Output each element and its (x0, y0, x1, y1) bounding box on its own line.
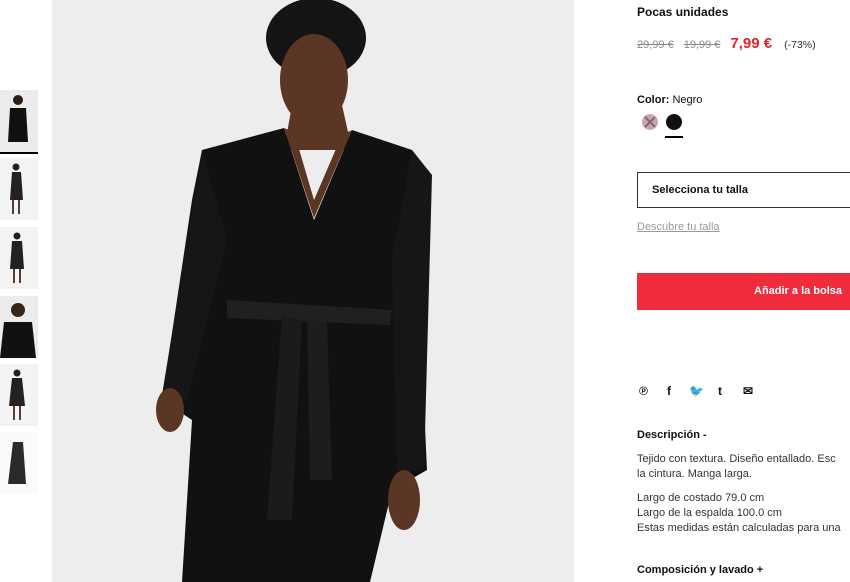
model-illustration (52, 0, 574, 582)
tumblr-icon[interactable]: t (718, 383, 722, 399)
description-body: Tejido con textura. Diseño entallado. Es… (637, 452, 841, 536)
facebook-icon[interactable]: f (667, 383, 671, 399)
thumbnail-6[interactable] (0, 432, 38, 494)
color-swatch-black[interactable] (666, 114, 682, 130)
composition-heading[interactable]: Composición y lavado + (637, 564, 763, 576)
discount-badge: (-73%) (784, 39, 816, 51)
description-line: Tejido con textura. Diseño entallado. Es… (637, 453, 836, 465)
description-heading[interactable]: Descripción - (637, 429, 707, 441)
previous-price: 19,99 € (683, 39, 721, 51)
description-line: la cintura. Manga larga. (637, 468, 752, 480)
measurement-line: Largo de costado 79.0 cm (637, 492, 765, 504)
mail-icon[interactable]: ✉ (743, 383, 753, 399)
color-swatch-pink[interactable] (642, 114, 658, 130)
current-price: 7,99 € (730, 35, 773, 52)
original-price: 29,99 € (637, 39, 674, 51)
thumbnail-3[interactable] (0, 227, 38, 289)
thumbnail-2[interactable] (0, 158, 38, 220)
selected-swatch-indicator (665, 136, 683, 138)
color-value: Negro (672, 94, 703, 106)
stock-status: Pocas unidades (637, 5, 729, 19)
measurement-line: Estas medidas están calculadas para una (637, 522, 841, 534)
measurement-line: Largo de la espalda 100.0 cm (637, 507, 782, 519)
thumbnail-4[interactable] (0, 296, 38, 358)
twitter-icon[interactable]: 🐦 (689, 383, 704, 399)
main-product-image[interactable] (52, 0, 574, 582)
size-guide-link[interactable]: Descubre tu talla (637, 221, 720, 233)
color-info: Color: Negro (637, 94, 702, 106)
size-select[interactable]: Selecciona tu talla (637, 172, 850, 208)
thumbnail-5[interactable] (0, 364, 38, 426)
pinterest-icon[interactable]: ℗ (639, 383, 648, 399)
thumbnail-1[interactable] (0, 90, 38, 154)
color-label: Color: (637, 94, 670, 106)
product-info-panel: Pocas unidades 29,99 € 19,99 € 7,99 € (-… (637, 0, 850, 582)
add-to-bag-button[interactable]: Añadir a la bolsa (637, 273, 850, 310)
price-row: 29,99 € 19,99 € 7,99 € (-73%) (637, 35, 816, 52)
